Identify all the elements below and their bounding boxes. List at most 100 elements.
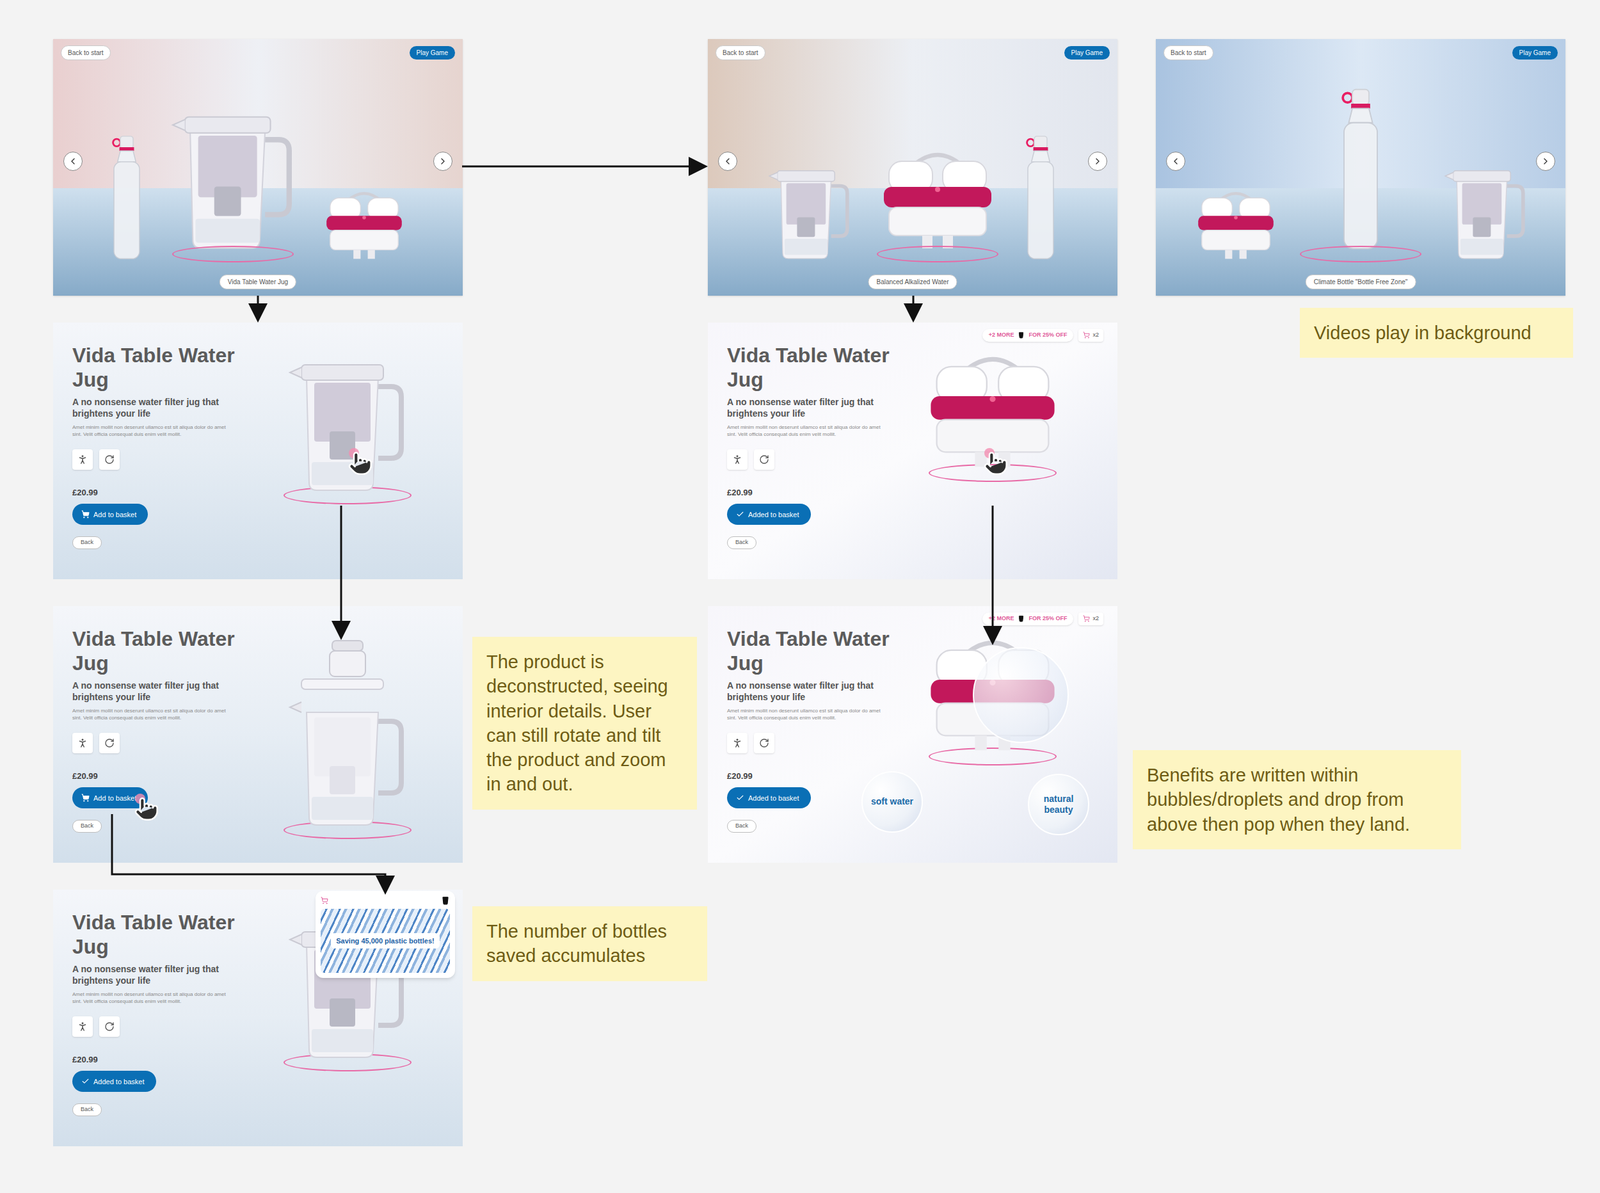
rotate-icon — [104, 737, 115, 749]
add-to-basket-button[interactable]: Added to basket — [727, 787, 811, 809]
basket-count[interactable]: x2 — [1078, 612, 1104, 626]
plastic-bottles-image: Saving 45,000 plastic bottles! — [320, 908, 450, 973]
feature-tile[interactable] — [753, 732, 775, 754]
feature-tile[interactable] — [99, 1016, 120, 1037]
rotate-ring[interactable] — [172, 245, 294, 263]
water-jug-icon[interactable] — [283, 354, 412, 496]
rotate-icon — [759, 454, 770, 465]
carousel-product[interactable] — [1440, 163, 1531, 263]
product-subtitle: A no nonsense water filter jug that brig… — [72, 396, 239, 420]
product-subtitle: A no nonsense water filter jug that brig… — [727, 396, 894, 420]
product-subtitle: A no nonsense water filter jug that brig… — [727, 679, 894, 703]
flow-arrow — [992, 505, 994, 642]
prev-button[interactable] — [718, 151, 738, 171]
back-button[interactable]: Back — [72, 536, 102, 550]
product-title: Vida Table Water Jug — [72, 343, 239, 393]
check-icon — [736, 793, 745, 802]
back-button[interactable]: Back — [727, 819, 757, 833]
flow-arrows — [0, 0, 1600, 1193]
chevron-right-icon — [1540, 156, 1551, 167]
water-jug-icon[interactable] — [1440, 163, 1531, 263]
filter-cartridge-icon[interactable] — [319, 190, 409, 263]
feature-tile[interactable] — [727, 449, 748, 470]
carousel-product[interactable] — [1020, 134, 1061, 263]
play-game-button[interactable]: Play Game — [1512, 46, 1558, 60]
prev-button[interactable] — [63, 151, 83, 171]
carousel-product[interactable] — [764, 163, 855, 263]
chevron-right-icon — [1092, 156, 1103, 167]
rotate-icon — [759, 737, 770, 749]
water-jug-icon[interactable] — [165, 106, 301, 254]
filter-cartridge-icon[interactable] — [873, 151, 1002, 254]
carousel-product[interactable] — [873, 151, 1002, 263]
product-detail-screen: soft waternatural beautyVida Table Water… — [707, 606, 1118, 863]
carousel-product[interactable] — [1299, 87, 1422, 263]
jug-icon — [1017, 331, 1025, 339]
product-detail-screen: Vida Table Water JugA no nonsense water … — [53, 606, 463, 863]
feature-tile[interactable] — [72, 1016, 93, 1037]
feature-tile[interactable] — [99, 732, 120, 754]
climate-bottle-icon[interactable] — [1335, 87, 1387, 254]
product-title: Vida Table Water Jug — [727, 343, 894, 393]
product-title: Vida Table Water Jug — [727, 626, 894, 676]
product-price: £20.99 — [72, 769, 98, 783]
add-to-basket-button[interactable]: Added to basket — [727, 503, 811, 525]
carousel-product[interactable] — [106, 134, 147, 263]
back-button[interactable]: Back — [72, 819, 102, 833]
filter-cartridge-icon[interactable] — [1191, 190, 1281, 263]
next-button[interactable] — [433, 151, 453, 171]
water-jug-icon[interactable] — [283, 638, 412, 831]
flow-arrow — [112, 814, 386, 891]
carousel-product[interactable] — [1191, 190, 1281, 263]
person-icon — [76, 1020, 89, 1033]
feature-tile[interactable] — [727, 732, 748, 754]
tap-hand-icon — [133, 796, 160, 822]
prev-button[interactable] — [1166, 151, 1186, 171]
jug-icon — [440, 896, 450, 905]
add-to-basket-button[interactable]: Added to basket — [72, 1070, 157, 1092]
next-button[interactable] — [1088, 151, 1108, 171]
cart-icon — [81, 510, 90, 519]
water-jug-icon[interactable] — [764, 163, 855, 263]
bubble — [972, 647, 1069, 744]
feature-tile[interactable] — [99, 449, 120, 470]
offer-badge[interactable]: +2 MOREFOR 25% OFF — [982, 328, 1074, 342]
product-row — [1155, 87, 1566, 263]
play-game-button[interactable]: Play Game — [409, 46, 456, 60]
back-button[interactable]: Back — [72, 1103, 102, 1117]
back-to-start-button[interactable]: Back to start — [1163, 45, 1214, 61]
person-icon — [731, 737, 744, 749]
person-icon — [76, 453, 89, 466]
flow-canvas: Back to start Play Game Vida Table Water J… — [0, 0, 1600, 1193]
product-description: Amet minim mollit non deserunt ullamco e… — [72, 991, 233, 1005]
flow-arrow — [462, 165, 704, 168]
basket-count[interactable]: x2 — [1078, 328, 1104, 342]
product-price: £20.99 — [72, 1053, 98, 1067]
flow-arrow — [340, 505, 343, 637]
back-button[interactable]: Back — [727, 536, 757, 550]
feature-tile[interactable] — [753, 449, 775, 470]
rotate-ring[interactable] — [928, 747, 1057, 766]
feature-tile[interactable] — [72, 732, 93, 754]
product-detail-screen: Vida Table Water JugA no nonsense water … — [53, 889, 463, 1147]
product-caption: Vida Table Water Jug — [219, 274, 297, 290]
carousel-screen: Back to start Play Game Vida Table Water J… — [53, 39, 463, 296]
play-game-button[interactable]: Play Game — [1064, 46, 1110, 60]
carousel-screen: Back to startPlay GameBalanced Alkalized… — [707, 39, 1118, 296]
check-icon — [81, 1077, 90, 1086]
carousel-product[interactable] — [319, 190, 409, 263]
product-description: Amet minim mollit non deserunt ullamco e… — [72, 424, 233, 438]
climate-bottle-icon[interactable] — [1020, 134, 1061, 263]
rotate-ring[interactable] — [876, 245, 999, 263]
offer-badge[interactable]: +2 MOREFOR 25% OFF — [982, 612, 1074, 626]
climate-bottle-icon[interactable] — [106, 134, 147, 263]
person-icon — [76, 737, 89, 749]
next-button[interactable] — [1536, 151, 1556, 171]
carousel-product[interactable] — [165, 106, 301, 263]
sticky-note: Videos play in background — [1299, 307, 1574, 358]
back-to-start-button[interactable]: Back to start — [60, 45, 111, 61]
rotate-ring[interactable] — [1299, 245, 1422, 263]
add-to-basket-button[interactable]: Add to basket — [72, 503, 148, 525]
back-to-start-button[interactable]: Back to start — [715, 45, 766, 61]
feature-tile[interactable] — [72, 449, 93, 470]
